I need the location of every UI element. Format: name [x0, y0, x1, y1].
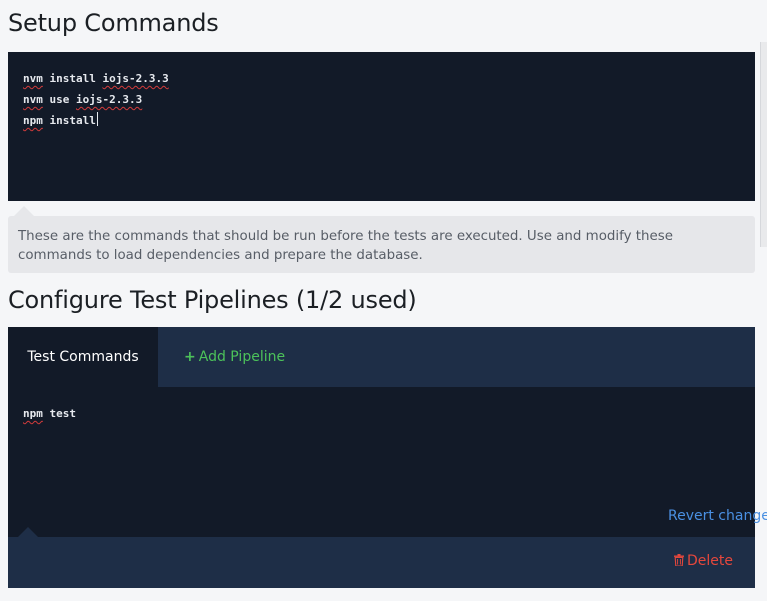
delete-label: Delete — [687, 553, 733, 569]
command-text: use — [42, 93, 76, 106]
setup-command-line[interactable]: nvm install iojs-2.3.3 — [23, 68, 740, 89]
test-pipelines-title: Configure Test Pipelines (1/2 used) — [8, 286, 417, 314]
test-commands-editor[interactable]: npm test — [8, 387, 755, 537]
tab-test-commands[interactable]: Test Commands — [8, 327, 158, 387]
hint-pointer — [14, 206, 34, 216]
command-token: nvm — [23, 72, 43, 85]
command-text: test — [42, 407, 76, 420]
trash-icon — [674, 554, 684, 566]
page-scrollbar[interactable] — [760, 42, 767, 247]
command-token: nvm — [23, 93, 43, 106]
command-text: install — [42, 114, 96, 127]
setup-command-line[interactable]: npm install — [23, 110, 740, 131]
command-argument: iojs-2.3.3 — [102, 72, 169, 85]
setup-commands-editor[interactable]: nvm install iojs-2.3.3 nvm use iojs-2.3.… — [8, 52, 755, 201]
command-token: npm — [23, 407, 43, 420]
command-argument: iojs-2.3.3 — [76, 93, 143, 106]
add-pipeline-label: Add Pipeline — [198, 349, 286, 365]
footer-pointer — [18, 527, 38, 537]
setup-hint-text: These are the commands that should be ru… — [18, 229, 673, 263]
pipeline-tab-bar: Test Commands + Add Pipeline — [8, 327, 755, 387]
revert-changes-link[interactable]: Revert changes — [668, 508, 767, 524]
test-command-line[interactable]: npm test — [23, 403, 740, 424]
setup-command-line[interactable]: nvm use iojs-2.3.3 — [23, 89, 740, 110]
text-cursor — [96, 112, 98, 126]
plus-icon: + — [184, 349, 196, 365]
pipeline-footer: Delete — [8, 527, 755, 588]
setup-help-text: These are the commands that should be ru… — [8, 206, 755, 273]
setup-commands-title: Setup Commands — [8, 9, 219, 37]
command-text: install — [42, 72, 103, 85]
command-token: npm — [23, 114, 43, 127]
delete-pipeline-button[interactable]: Delete — [674, 553, 733, 569]
add-pipeline-button[interactable]: + Add Pipeline — [184, 327, 285, 387]
